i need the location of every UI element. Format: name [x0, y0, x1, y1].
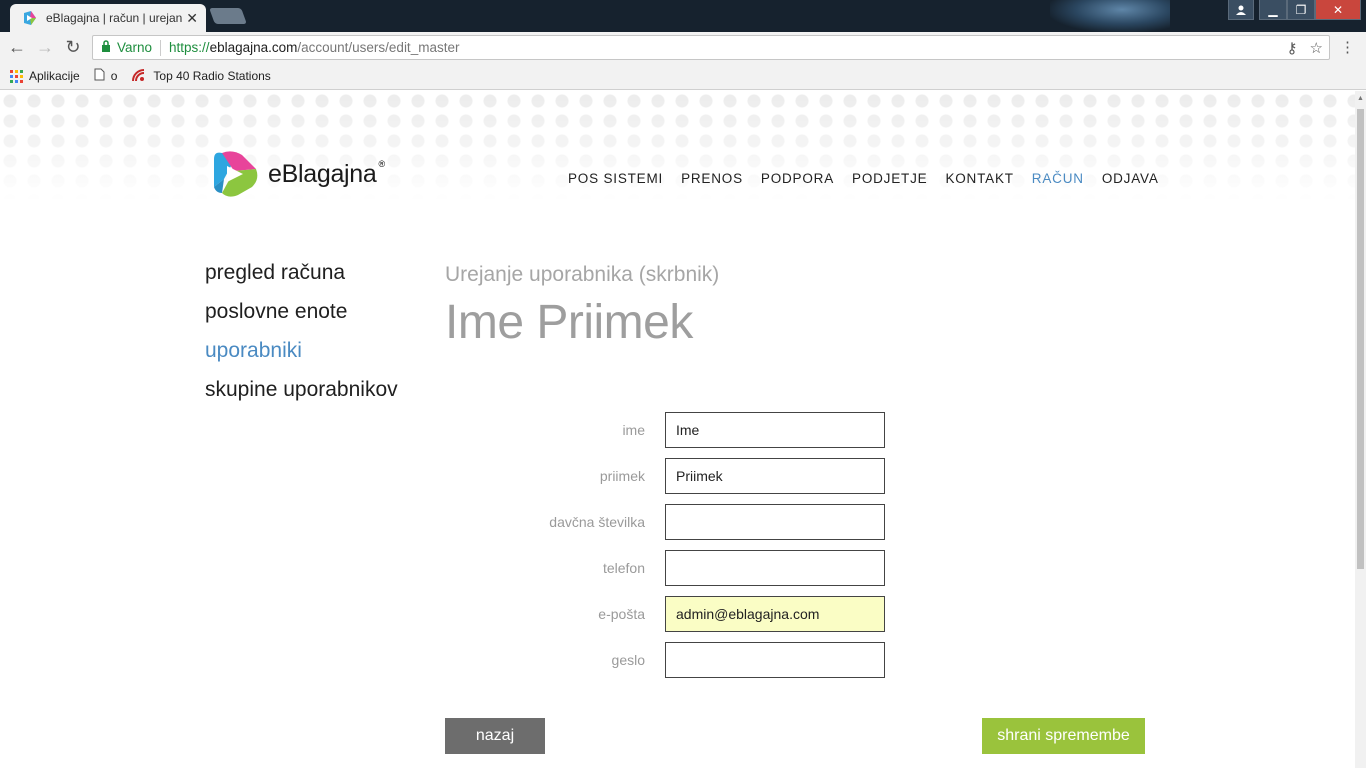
address-bar[interactable]: Varno https:// eblagajna.com /account/us…	[92, 35, 1330, 60]
browser-tab[interactable]: eBlagajna | račun | urejan ✕	[10, 4, 206, 32]
radio-icon	[131, 68, 147, 85]
address-separator	[160, 39, 162, 56]
reload-icon[interactable]: ↻	[62, 36, 84, 58]
priimek-label: priimek	[599, 468, 645, 484]
bookmark-label: Top 40 Radio Stations	[153, 69, 271, 83]
apps-grid-icon	[10, 69, 23, 83]
close-window-icon[interactable]: ✕	[1315, 0, 1361, 20]
back-button[interactable]: nazaj	[445, 718, 545, 754]
page-scrollbar[interactable]: ▲	[1355, 91, 1366, 768]
url-protocol: https://	[169, 40, 210, 55]
bookmark-label: Aplikacije	[29, 69, 80, 83]
security-label: Varno	[117, 40, 153, 55]
form-row-telefon: telefon	[445, 550, 905, 586]
sidebar-item-skupine-uporabnikov[interactable]: skupine uporabnikov	[205, 378, 398, 417]
nav-kontakt[interactable]: KONTAKT	[945, 171, 1013, 186]
url-path: /account/users/edit_master	[297, 40, 460, 55]
scrollbar-thumb[interactable]	[1357, 109, 1364, 569]
logo-text: eBlagajna	[268, 159, 377, 188]
form-row-eposta: e-pošta	[445, 596, 905, 632]
forward-arrow-icon[interactable]: →	[34, 36, 56, 58]
nav-racun[interactable]: RAČUN	[1032, 171, 1084, 186]
eblagajna-logo-icon	[214, 151, 258, 197]
site-logo[interactable]: eBlagajna ®	[210, 149, 385, 199]
browser-menu-icon[interactable]: ⋮	[1340, 38, 1355, 56]
nav-pos-sistemi[interactable]: POS SISTEMI	[568, 171, 663, 186]
eposta-label: e-pošta	[598, 606, 645, 622]
nav-odjava[interactable]: ODJAVA	[1102, 171, 1159, 186]
telefon-label: telefon	[602, 560, 645, 576]
nav-podpora[interactable]: PODPORA	[761, 171, 834, 186]
bookmark-top40[interactable]: Top 40 Radio Stations	[131, 68, 271, 85]
eblagajna-favicon-icon	[24, 11, 36, 25]
lock-icon	[101, 40, 111, 55]
nav-podjetje[interactable]: PODJETJE	[852, 171, 927, 186]
form-row-geslo: geslo	[445, 642, 905, 678]
ime-field[interactable]	[665, 412, 885, 448]
telefon-field[interactable]	[665, 550, 885, 586]
web-page: eBlagajna ® POS SISTEMI PRENOS PODPORA P…	[0, 91, 1355, 768]
key-icon[interactable]: ⚷	[1287, 39, 1298, 57]
browser-toolbar: ← → ↻ Varno https:// eblagajna.com /acco…	[0, 32, 1366, 63]
new-tab-button[interactable]	[209, 8, 247, 24]
tab-close-icon[interactable]: ✕	[186, 10, 198, 27]
form-row-ime: ime	[445, 412, 905, 448]
main-nav: POS SISTEMI PRENOS PODPORA PODJETJE KONT…	[568, 171, 1159, 186]
sidebar-item-pregled-racuna[interactable]: pregled računa	[205, 261, 398, 300]
save-changes-button[interactable]: shrani spremembe	[982, 718, 1145, 754]
bookmark-o[interactable]: o	[94, 68, 118, 84]
geslo-field[interactable]	[665, 642, 885, 678]
eposta-field[interactable]	[665, 596, 885, 632]
minimize-window-icon[interactable]: ▁	[1259, 0, 1287, 20]
browser-titlebar: eBlagajna | račun | urejan ✕ ▁ ❐ ✕	[0, 0, 1366, 32]
sidebar-item-uporabniki[interactable]: uporabniki	[205, 339, 398, 378]
davcna-stevilka-label: davčna številka	[549, 514, 645, 530]
ime-label: ime	[622, 422, 645, 438]
priimek-field[interactable]	[665, 458, 885, 494]
bookmark-star-icon[interactable]: ☆	[1310, 39, 1323, 57]
bookmark-label: o	[110, 69, 118, 83]
scroll-up-icon[interactable]: ▲	[1357, 95, 1364, 102]
url-host: eblagajna.com	[209, 40, 298, 55]
account-sidebar: pregled računa poslovne enote uporabniki…	[205, 261, 398, 417]
nav-prenos[interactable]: PRENOS	[681, 171, 743, 186]
profile-icon[interactable]	[1228, 0, 1254, 20]
omnibox-icons: ⚷ ☆	[1287, 39, 1323, 57]
bookmark-apps[interactable]: Aplikacije	[10, 69, 80, 83]
back-arrow-icon[interactable]: ←	[6, 36, 28, 58]
tab-title: eBlagajna | račun | urejan	[46, 11, 182, 25]
titlebar-glow	[1050, 0, 1170, 32]
geslo-label: geslo	[611, 652, 645, 668]
form-row-davcna: davčna številka	[445, 504, 905, 540]
davcna-stevilka-field[interactable]	[665, 504, 885, 540]
logo-registered-mark: ®	[378, 159, 386, 169]
page-icon	[94, 68, 105, 84]
maximize-window-icon[interactable]: ❐	[1287, 0, 1315, 20]
page-title: Ime Priimek	[445, 296, 693, 349]
page-subtitle: Urejanje uporabnika (skrbnik)	[445, 263, 720, 286]
bookmarks-bar: Aplikacije o Top 40 Radio Stations	[0, 63, 1366, 90]
form-row-priimek: priimek	[445, 458, 905, 494]
sidebar-item-poslovne-enote[interactable]: poslovne enote	[205, 300, 398, 339]
